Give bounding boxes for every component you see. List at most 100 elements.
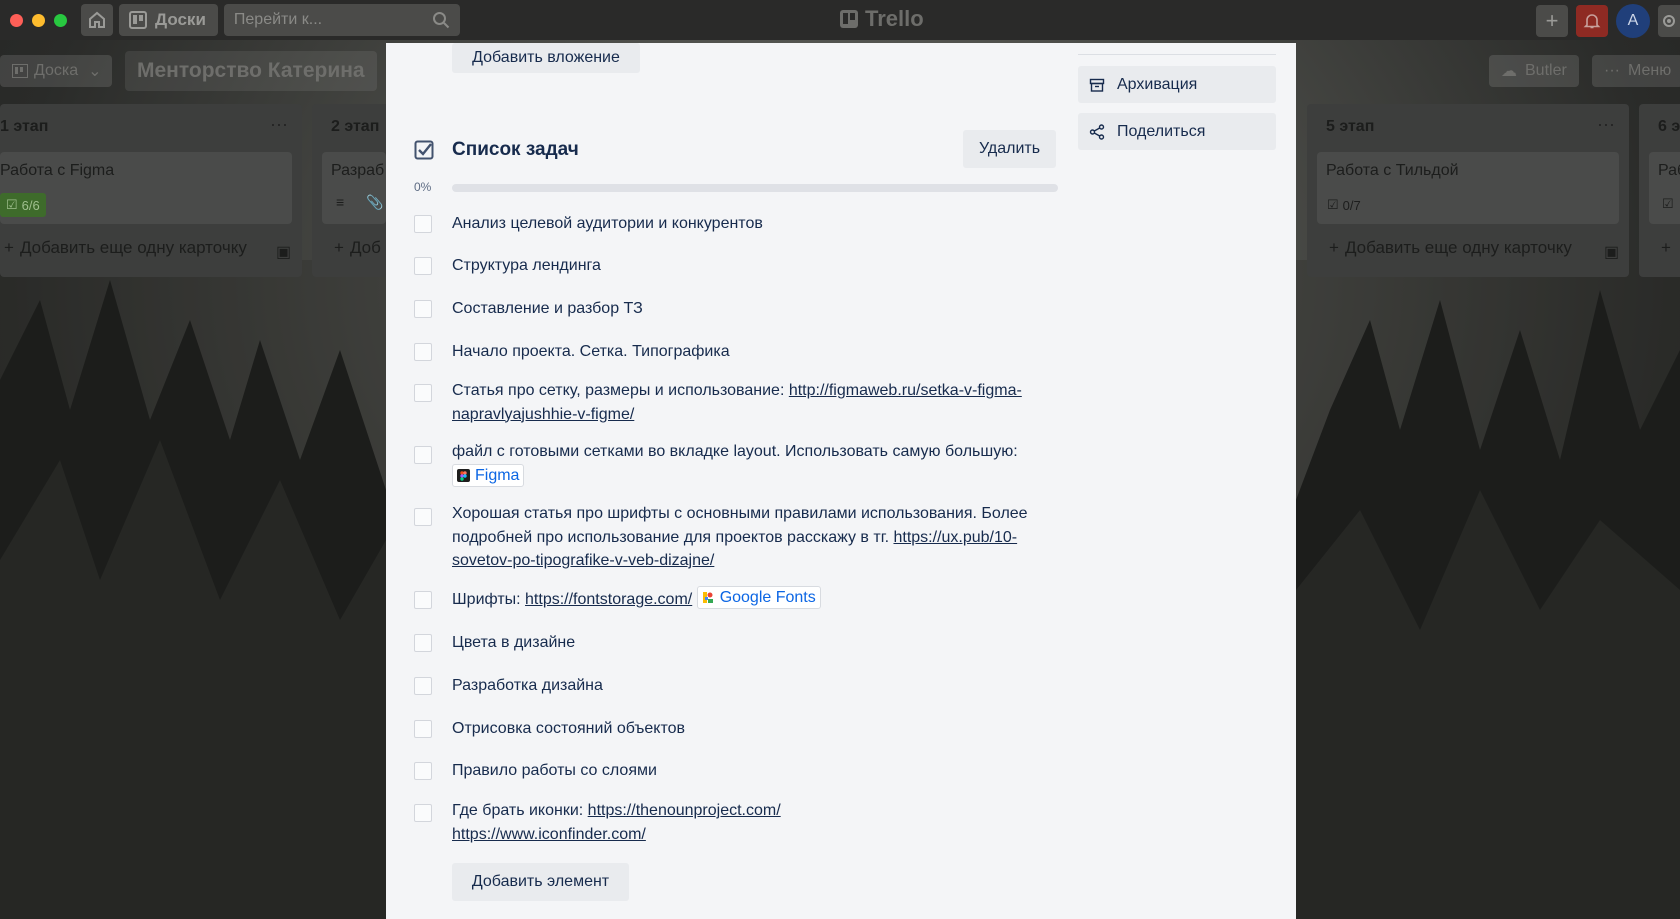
item-link[interactable]: https://www.iconfinder.com/ bbox=[452, 826, 646, 843]
item-link[interactable]: https://thenounproject.com/ bbox=[588, 802, 781, 819]
item-checkbox[interactable] bbox=[414, 384, 432, 402]
plus-icon: + bbox=[1329, 238, 1339, 257]
boards-label: Доски bbox=[155, 10, 206, 29]
add-card-button[interactable]: + Добавить еще одну карточку bbox=[4, 238, 247, 258]
checkbox-icon: ☑ bbox=[1662, 196, 1674, 211]
item-checkbox[interactable] bbox=[414, 300, 432, 318]
item-text[interactable]: Разработка дизайна bbox=[452, 674, 1042, 698]
description-icon: ≡ bbox=[336, 194, 345, 210]
add-card-button[interactable]: + Доб bbox=[334, 238, 381, 258]
share-button[interactable]: Поделиться bbox=[1078, 113, 1276, 150]
menu-button[interactable]: ··· Меню bbox=[1592, 55, 1680, 87]
add-card-button[interactable]: + bbox=[1661, 238, 1671, 258]
avatar[interactable]: A bbox=[1616, 4, 1650, 38]
list-title[interactable]: 5 этап bbox=[1326, 118, 1374, 136]
list-menu-icon[interactable]: ··· bbox=[1597, 114, 1615, 135]
trello-logo[interactable]: Trello bbox=[840, 6, 924, 32]
close-window-button[interactable] bbox=[10, 13, 23, 27]
card-template-icon[interactable]: ▣ bbox=[1604, 242, 1619, 262]
item-checkbox[interactable] bbox=[414, 804, 432, 822]
list-title[interactable]: 2 этап bbox=[331, 118, 379, 136]
item-checkbox[interactable] bbox=[414, 634, 432, 652]
item-checkbox[interactable] bbox=[414, 762, 432, 780]
boards-button[interactable]: Доски bbox=[119, 4, 218, 36]
item-text[interactable]: Начало проекта. Сетка. Типографика bbox=[452, 340, 1042, 364]
list-menu-icon[interactable]: ··· bbox=[270, 114, 288, 135]
add-attachment-button[interactable]: Добавить вложение bbox=[452, 43, 640, 73]
item-label: файл с готовыми сетками во вкладке layou… bbox=[452, 443, 1018, 460]
add-item-button[interactable]: Добавить элемент bbox=[452, 863, 629, 901]
card[interactable]: Раб ☑ bbox=[1649, 152, 1680, 224]
item-checkbox[interactable] bbox=[414, 343, 432, 361]
notifications-button[interactable] bbox=[1576, 5, 1608, 37]
item-text[interactable]: Анализ целевой аудитории и конкурентов bbox=[452, 212, 1042, 236]
item-checkbox[interactable] bbox=[414, 677, 432, 695]
sidebar-divider bbox=[1078, 54, 1276, 55]
window-controls bbox=[10, 13, 67, 27]
item-text[interactable]: файл с готовыми сетками во вкладке layou… bbox=[452, 440, 1042, 489]
item-checkbox[interactable] bbox=[414, 591, 432, 609]
checklist-icon bbox=[414, 140, 434, 160]
item-checkbox[interactable] bbox=[414, 446, 432, 464]
item-text[interactable]: Где брать иконки: https://thenounproject… bbox=[452, 799, 1042, 846]
bell-icon bbox=[1583, 14, 1601, 29]
item-checkbox[interactable] bbox=[414, 215, 432, 233]
gear-icon bbox=[1663, 15, 1675, 27]
item-checkbox[interactable] bbox=[414, 257, 432, 275]
board-title[interactable]: Менторство Катерина bbox=[125, 51, 377, 91]
item-link[interactable]: https://fontstorage.com/ bbox=[525, 591, 692, 608]
add-card-label: Добавить еще одну карточку bbox=[19, 238, 247, 257]
card-title: Разраб bbox=[331, 162, 385, 179]
google-fonts-icon bbox=[702, 592, 713, 603]
checkbox-icon: ☑ bbox=[1327, 197, 1339, 212]
checklist-progress-bar bbox=[452, 184, 1058, 192]
list-title[interactable]: 6 э bbox=[1658, 118, 1680, 136]
archive-button[interactable]: Архивация bbox=[1078, 66, 1276, 103]
item-text[interactable]: Правило работы со слоями bbox=[452, 759, 1042, 783]
item-text[interactable]: Шрифты: https://fontstorage.com/ Google … bbox=[452, 586, 1042, 612]
figma-icon bbox=[457, 468, 470, 482]
item-text[interactable]: Цвета в дизайне bbox=[452, 631, 1042, 655]
board-view-button[interactable]: Доска ⌄ bbox=[0, 55, 112, 87]
item-label: Статья про сетку, размеры и использовани… bbox=[452, 382, 789, 399]
zoom-window-button[interactable] bbox=[54, 13, 67, 27]
google-fonts-link-chip[interactable]: Google Fonts bbox=[696, 586, 821, 609]
list-5: 5 этап ··· Работа с Тильдой ☑ 0/7 + Доба… bbox=[1307, 104, 1629, 277]
card-title: Работа с Figma bbox=[0, 162, 115, 179]
card[interactable]: Работа с Тильдой ☑ 0/7 bbox=[1317, 152, 1619, 224]
item-text[interactable]: Статья про сетку, размеры и использовани… bbox=[452, 379, 1042, 426]
search-input[interactable]: Перейти к... bbox=[223, 4, 460, 36]
create-button[interactable]: + bbox=[1536, 5, 1568, 37]
archive-icon bbox=[1089, 77, 1105, 93]
card[interactable]: Работа с Figma ☑ 6/6 bbox=[0, 152, 292, 224]
share-icon bbox=[1089, 123, 1105, 140]
item-text[interactable]: Отрисовка состояний объектов bbox=[452, 717, 1042, 741]
item-text[interactable]: Структура лендинга bbox=[452, 254, 1042, 278]
figma-link-chip[interactable]: Figma bbox=[452, 463, 525, 487]
topbar-right: + A bbox=[1536, 4, 1680, 38]
card-detail-modal: Добавить вложение Архивация Поделиться С… bbox=[386, 43, 1296, 919]
progress-percent: 0% bbox=[414, 180, 432, 194]
home-icon bbox=[89, 11, 105, 28]
archive-label: Архивация bbox=[1117, 75, 1198, 93]
more-icon: ··· bbox=[1604, 62, 1620, 79]
item-checkbox[interactable] bbox=[414, 720, 432, 738]
item-checkbox[interactable] bbox=[414, 508, 432, 526]
checklist-title[interactable]: Список задач bbox=[452, 139, 579, 161]
add-card-button[interactable]: + Добавить еще одну карточку bbox=[1329, 238, 1572, 258]
card[interactable]: Разраб ≡ 📎 bbox=[322, 152, 386, 224]
checklist-count: 0/7 bbox=[1342, 197, 1361, 213]
butler-button[interactable]: ☁ Butler bbox=[1489, 55, 1579, 87]
minimize-window-button[interactable] bbox=[32, 13, 45, 27]
delete-checklist-button[interactable]: Удалить bbox=[963, 130, 1056, 168]
item-text[interactable]: Составление и разбор ТЗ bbox=[452, 297, 1042, 321]
list-2: 2 этап Разраб ≡ 📎 + Доб bbox=[312, 104, 386, 277]
home-button[interactable] bbox=[81, 4, 113, 36]
card-template-icon[interactable]: ▣ bbox=[276, 242, 291, 262]
list-title[interactable]: 1 этап bbox=[0, 118, 48, 136]
settings-button[interactable] bbox=[1658, 5, 1680, 37]
item-text[interactable]: Хорошая статья про шрифты с основными пр… bbox=[452, 502, 1042, 573]
plus-icon: + bbox=[334, 238, 344, 257]
plus-icon: + bbox=[4, 238, 14, 257]
board-icon bbox=[12, 64, 28, 78]
